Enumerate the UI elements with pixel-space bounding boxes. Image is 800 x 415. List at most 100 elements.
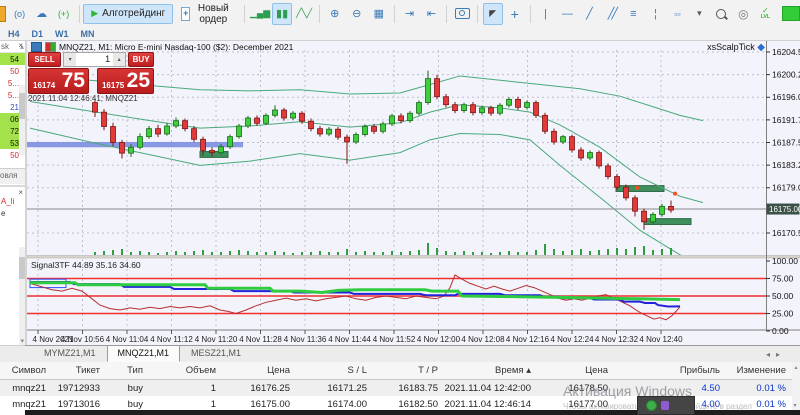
table-header-cell[interactable]: Время ▴ — [444, 365, 537, 376]
connection-plus-icon[interactable]: (+) — [54, 3, 74, 25]
antenna-icon[interactable]: (o) — [10, 3, 30, 25]
table-scrollbar[interactable]: ▴ ▾ — [792, 362, 800, 415]
algo-trading-button[interactable]: ▶ Алготрейдинг — [83, 4, 173, 24]
volume-value[interactable]: 1 — [76, 53, 113, 66]
table-header-cell[interactable]: Тип — [106, 365, 149, 376]
table-header-cell[interactable]: Объем — [149, 365, 222, 376]
zoom-in-icon[interactable]: ⊕ — [325, 3, 345, 25]
bar-chart-icon[interactable]: ▁▄▆ — [250, 3, 270, 25]
table-header-cell[interactable]: Тикет — [52, 365, 106, 376]
volume-up-icon[interactable]: ▴ — [113, 53, 125, 66]
levels-icon[interactable]: ✓ LVL — [755, 3, 775, 25]
shapes-tool-icon[interactable]: ▫▫ — [667, 3, 687, 25]
status-green-box — [782, 6, 800, 21]
table-cell: 0.01 % — [726, 383, 792, 394]
window-splitter[interactable] — [25, 40, 27, 345]
svg-text:4 Nov 12:40: 4 Nov 12:40 — [639, 335, 683, 344]
current-price-tag-text: 16175.00 — [769, 205, 800, 214]
chart-tab-mesz21-m1[interactable]: MESZ21,M1 — [180, 345, 252, 362]
svg-text:4 Nov 10:56: 4 Nov 10:56 — [61, 335, 105, 344]
volume-spinner[interactable]: ▾ 1 ▴ — [63, 52, 126, 67]
new-order-button[interactable]: + Новый ордер — [173, 4, 240, 24]
volume-down-icon[interactable]: ▾ — [64, 53, 76, 66]
play-icon: ▶ — [91, 8, 98, 19]
ea-label: xsScalpTick ◆ — [560, 42, 765, 53]
vertical-line-tool-icon[interactable]: | — [535, 3, 555, 25]
chart-header: MNQZ21, M1: Micro E-mini Nasdaq-100 ($2)… — [31, 42, 293, 52]
sell-button[interactable]: SELL — [28, 52, 61, 67]
cursor-icon[interactable]: ◤ — [483, 3, 503, 25]
sell-price-box[interactable]: 16174 75 — [28, 68, 89, 94]
table-cell: 16183.75 — [373, 383, 444, 394]
chart-title: MNQZ21, M1: Micro E-mini Nasdaq-100 ($2)… — [59, 42, 293, 52]
table-header-row: СимволТикетТипОбъемЦенаS / LT / PВремя ▴… — [0, 362, 800, 380]
timeframe-w1-button[interactable]: W1 — [55, 29, 69, 39]
shapes-dropdown-icon[interactable]: ▾ — [689, 3, 709, 25]
timeframe-mn-button[interactable]: MN — [81, 29, 95, 39]
cloud-icon[interactable]: ☁ — [32, 3, 52, 25]
tab-next-icon[interactable]: ▸ — [776, 350, 786, 359]
timeframe-d1-button[interactable]: D1 — [32, 29, 44, 39]
svg-text:50.00: 50.00 — [772, 291, 794, 301]
dock-left-icon[interactable]: ⇤ — [421, 3, 441, 25]
sidebar-bottom-strip — [0, 345, 25, 362]
svg-text:4 Nov 11:44: 4 Nov 11:44 — [328, 335, 371, 344]
secondary-panel: × A_li e ▾ — [0, 185, 25, 347]
close-icon[interactable]: × — [18, 188, 23, 197]
candlestick-chart-icon[interactable]: ▮▮ — [272, 3, 292, 25]
market-watch-row[interactable]: 50 — [0, 65, 25, 77]
channel-tool-icon[interactable]: ╱╱ — [601, 3, 621, 25]
chart-properties-icon[interactable] — [31, 42, 42, 52]
chart-tab-mnqz21-m1[interactable]: MNQZ21,M1 — [107, 345, 181, 362]
scroll-down-icon[interactable]: ▾ — [20, 337, 24, 345]
table-header-cell[interactable]: Символ — [0, 365, 52, 376]
separator — [530, 5, 531, 23]
zoom-out-icon[interactable]: ⊖ — [347, 3, 367, 25]
scroll-up-icon[interactable]: ▴ — [792, 362, 800, 371]
svg-text:16196.00: 16196.00 — [772, 92, 800, 102]
market-watch-row[interactable]: 54 — [0, 53, 25, 65]
dock-right-icon[interactable]: ⇥ — [399, 3, 419, 25]
table-header-cell[interactable]: Изменение — [726, 365, 792, 376]
svg-text:25.00: 25.00 — [772, 309, 794, 319]
table-header-cell[interactable]: Цена — [537, 365, 614, 376]
about-icon[interactable]: ◎ — [733, 3, 753, 25]
timeframe-h4-button[interactable]: H4 — [8, 29, 20, 39]
cycle-lines-icon[interactable]: ¦ — [645, 3, 665, 25]
scroll-down-icon[interactable]: ▾ — [794, 402, 797, 409]
table-cell: 1 — [149, 383, 222, 394]
svg-text:16170.50: 16170.50 — [772, 228, 800, 238]
table-header-cell[interactable]: S / L — [296, 365, 373, 376]
algo-trading-label: Алготрейдинг — [102, 8, 165, 19]
table-header-cell[interactable]: T / P — [373, 365, 444, 376]
chart-tab-mymz21-m1[interactable]: MYMZ21,M1 — [33, 345, 107, 362]
close-icon[interactable]: × — [18, 41, 23, 50]
trade-tab-fragment: овля — [0, 171, 18, 180]
grid-icon[interactable]: ▦ — [369, 3, 389, 25]
crosshair-icon[interactable]: + — [505, 3, 525, 25]
trendline-tool-icon[interactable]: ╱ — [579, 3, 599, 25]
buy-button[interactable]: BUY — [128, 52, 154, 67]
svg-text:4 Nov 11:28: 4 Nov 11:28 — [239, 335, 282, 344]
buy-price-main: 16175 — [102, 81, 124, 90]
horizontal-line-tool-icon[interactable]: — — [557, 3, 577, 25]
svg-text:16204.50: 16204.50 — [772, 47, 800, 57]
chart-tabs-bar: MYMZ21,M1MNQZ21,M1MESZ21,M1 ◂▸ — [25, 345, 800, 362]
pane-divider — [27, 256, 800, 259]
market-watch-tab[interactable]: овля — [0, 168, 25, 184]
fibonacci-tool-icon[interactable]: ≡ — [623, 3, 643, 25]
camera-glyph — [455, 8, 470, 19]
ea-name: xsScalpTick — [707, 42, 755, 52]
separator — [244, 5, 245, 23]
table-cell: buy — [106, 399, 149, 410]
line-chart-icon[interactable]: ╱╲╱ — [294, 3, 314, 25]
table-header-cell[interactable]: Цена — [222, 365, 296, 376]
camera-icon[interactable] — [452, 3, 472, 25]
search-icon[interactable] — [711, 3, 731, 25]
svg-text:4 Nov 12:00: 4 Nov 12:00 — [417, 335, 461, 344]
table-header-cell[interactable]: Прибыль — [614, 365, 726, 376]
tab-prev-icon[interactable]: ◂ — [766, 350, 776, 359]
svg-text:16179.00: 16179.00 — [772, 183, 800, 193]
buy-price-box[interactable]: 16175 25 — [97, 68, 154, 94]
sell-price-pips: 75 — [62, 69, 85, 93]
